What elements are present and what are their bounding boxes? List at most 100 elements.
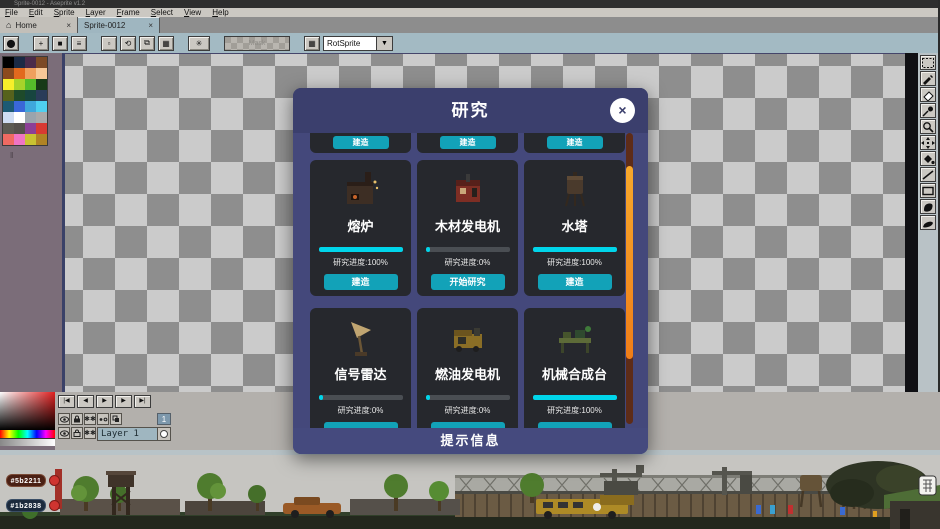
- eraser-icon[interactable]: [920, 87, 936, 102]
- copy-button[interactable]: ▫: [101, 36, 117, 51]
- menu-edit[interactable]: Edit: [29, 8, 43, 17]
- palette-swatch[interactable]: [25, 68, 36, 79]
- rectangle-icon[interactable]: [920, 183, 936, 198]
- palette-swatch[interactable]: [3, 134, 14, 145]
- palette-swatch[interactable]: [14, 79, 25, 90]
- pencil-icon[interactable]: [920, 71, 936, 86]
- palette-swatch[interactable]: [25, 90, 36, 101]
- close-icon[interactable]: ×: [610, 98, 635, 123]
- cel-frame-1[interactable]: [157, 427, 171, 441]
- palette-resize-handle[interactable]: ‖: [10, 151, 14, 160]
- palette-swatch[interactable]: [14, 68, 25, 79]
- palette-swatch[interactable]: [14, 57, 25, 68]
- layer-name[interactable]: Layer 1: [97, 427, 158, 441]
- frame-header-1[interactable]: 1: [157, 413, 171, 425]
- hue-slider[interactable]: [0, 430, 55, 438]
- wood-generator-image: [446, 168, 490, 212]
- lock-icon[interactable]: [71, 413, 83, 425]
- dialog-header: 研究 ×: [293, 88, 648, 133]
- sparkle-button[interactable]: ✳: [188, 36, 210, 51]
- build-button[interactable]: 建造: [547, 136, 603, 149]
- play-button[interactable]: ▶: [96, 395, 113, 408]
- tab-home-close-icon[interactable]: ×: [66, 21, 71, 30]
- tab-sprite-0012[interactable]: Sprite-0012 ×: [78, 17, 160, 33]
- grid-button[interactable]: ▦: [158, 36, 174, 51]
- list-button[interactable]: ≡: [71, 36, 87, 51]
- saturation-value-box[interactable]: [0, 392, 55, 430]
- palette-swatch[interactable]: [25, 57, 36, 68]
- build-button[interactable]: 建造: [440, 136, 496, 149]
- rotate-button[interactable]: ⟲: [120, 36, 136, 51]
- menu-layer[interactable]: Layer: [86, 8, 106, 17]
- last-frame-button[interactable]: ▶|: [134, 395, 151, 408]
- palette-swatch[interactable]: [25, 123, 36, 134]
- flip-button[interactable]: ⧉: [139, 36, 155, 51]
- fg-color-button[interactable]: [49, 475, 60, 486]
- palette-swatch[interactable]: [25, 79, 36, 90]
- menu-help[interactable]: Help: [212, 8, 228, 17]
- palette-swatch[interactable]: [14, 112, 25, 123]
- palette-swatch[interactable]: [14, 101, 25, 112]
- start-research-button[interactable]: 开始研究: [431, 274, 505, 290]
- build-button[interactable]: 建造: [333, 136, 389, 149]
- layer-lock-icon[interactable]: [71, 427, 83, 439]
- palette-swatch[interactable]: [3, 68, 14, 79]
- bg-color-button[interactable]: [49, 500, 60, 511]
- palette-swatch[interactable]: [36, 134, 47, 145]
- mask-button[interactable]: Mask: [224, 36, 290, 51]
- palette-swatch[interactable]: [3, 112, 14, 123]
- palette-swatch[interactable]: [14, 123, 25, 134]
- palette-swatch[interactable]: [3, 57, 14, 68]
- palette-swatch[interactable]: [36, 112, 47, 123]
- chevron-down-icon[interactable]: ▼: [377, 36, 393, 51]
- tab-sprite-close-icon[interactable]: ×: [148, 21, 153, 30]
- alpha-slider[interactable]: [0, 438, 55, 446]
- layer-continuous-icon[interactable]: ✱✱: [84, 427, 96, 439]
- palette-swatch[interactable]: [3, 79, 14, 90]
- add-button[interactable]: +: [33, 36, 49, 51]
- palette-swatch[interactable]: [3, 123, 14, 134]
- smudge-icon[interactable]: [920, 215, 936, 230]
- palette-swatch[interactable]: [36, 101, 47, 112]
- palette-swatch[interactable]: [36, 79, 47, 90]
- palette-swatch[interactable]: [25, 134, 36, 145]
- continuous-icon[interactable]: ✱✱: [84, 413, 96, 425]
- rectangular-marquee-icon[interactable]: [920, 55, 936, 70]
- paint-bucket-icon[interactable]: [920, 151, 936, 166]
- menu-file[interactable]: File: [5, 8, 18, 17]
- tiles-button[interactable]: ▦: [304, 36, 320, 51]
- menu-frame[interactable]: Frame: [117, 8, 140, 17]
- tab-home[interactable]: ⌂ Home ×: [0, 17, 78, 33]
- eye-icon[interactable]: [58, 413, 70, 425]
- palette-swatch[interactable]: [25, 101, 36, 112]
- rotation-algorithm-select[interactable]: RotSprite ▼: [323, 36, 393, 51]
- palette-swatch[interactable]: [3, 101, 14, 112]
- palette-swatch[interactable]: [36, 57, 47, 68]
- move-icon[interactable]: [920, 135, 936, 150]
- palette-swatch[interactable]: [3, 90, 14, 101]
- build-button[interactable]: 建造: [538, 274, 612, 290]
- layer-visibility-icon[interactable]: [58, 427, 70, 439]
- lock-button[interactable]: ⬤: [3, 36, 19, 51]
- build-button[interactable]: 建造: [324, 274, 398, 290]
- fill-button[interactable]: ■: [52, 36, 68, 51]
- zoom-icon[interactable]: [920, 119, 936, 134]
- line-icon[interactable]: [920, 167, 936, 182]
- palette-swatch[interactable]: [25, 112, 36, 123]
- menu-select[interactable]: Select: [151, 8, 173, 17]
- eyedropper-icon[interactable]: [920, 103, 936, 118]
- menu-view[interactable]: View: [184, 8, 201, 17]
- brush-icon[interactable]: [920, 199, 936, 214]
- palette-swatch[interactable]: [14, 90, 25, 101]
- palette-swatch[interactable]: [36, 123, 47, 134]
- prev-frame-button[interactable]: ◀: [77, 395, 94, 408]
- onion-skin-icon[interactable]: [97, 413, 109, 425]
- frames-icon[interactable]: [110, 413, 122, 425]
- first-frame-button[interactable]: |◀: [58, 395, 75, 408]
- menu-sprite[interactable]: Sprite: [54, 8, 75, 17]
- scrollbar-thumb[interactable]: [626, 166, 633, 359]
- next-frame-button[interactable]: ▶: [115, 395, 132, 408]
- palette-swatch[interactable]: [14, 134, 25, 145]
- palette-swatch[interactable]: [36, 90, 47, 101]
- palette-swatch[interactable]: [36, 68, 47, 79]
